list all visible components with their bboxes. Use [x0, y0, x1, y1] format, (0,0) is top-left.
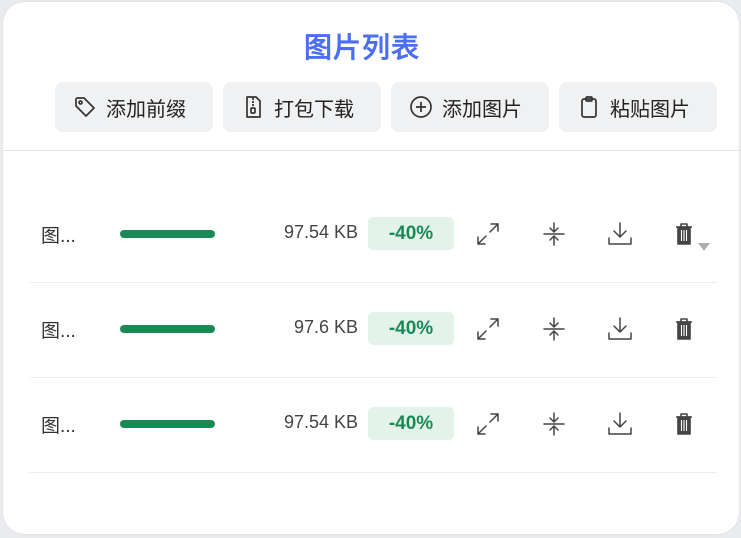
paste-image-label: 粘贴图片	[610, 98, 690, 121]
preview-button[interactable]	[473, 219, 503, 249]
trash-icon	[676, 413, 692, 435]
progress-bar	[120, 230, 215, 238]
paste-image-button[interactable]: 粘贴图片	[559, 82, 717, 132]
compress-button[interactable]	[539, 409, 569, 439]
compress-button[interactable]	[539, 314, 569, 344]
expand-icon	[477, 413, 499, 435]
saving-badge: -40%	[368, 217, 454, 250]
add-image-button[interactable]: 添加图片	[391, 82, 549, 132]
progress-bar	[120, 325, 215, 333]
image-list: 图... 97.54 KB -40% 图... 97.6 KB -40% 图..…	[29, 188, 717, 473]
add-image-label: 添加图片	[442, 98, 522, 121]
zip-file-icon	[246, 96, 261, 118]
list-item: 图... 97.6 KB -40%	[29, 283, 717, 378]
compress-icon	[543, 412, 565, 436]
download-icon	[608, 222, 632, 245]
pack-download-button[interactable]: 打包下载	[223, 82, 381, 132]
file-name: 图...	[41, 321, 76, 342]
download-button[interactable]	[605, 409, 635, 439]
download-icon	[608, 317, 632, 340]
trash-icon	[676, 223, 692, 245]
saving-badge: -40%	[368, 407, 454, 440]
toolbar: 添加前缀 打包下载 添加图片 粘贴图片	[55, 82, 717, 132]
file-name: 图...	[41, 416, 76, 437]
delete-button[interactable]	[669, 409, 699, 439]
expand-icon	[477, 318, 499, 340]
delete-button[interactable]	[669, 314, 699, 344]
compress-icon	[543, 222, 565, 246]
plus-circle-icon	[410, 96, 432, 118]
tag-icon	[75, 97, 95, 117]
trash-icon	[676, 318, 692, 340]
saving-badge: -40%	[368, 312, 454, 345]
list-item: 图... 97.54 KB -40%	[29, 188, 717, 283]
preview-button[interactable]	[473, 409, 503, 439]
progress-bar	[120, 420, 215, 428]
delete-button[interactable]	[669, 219, 699, 249]
file-size: 97.54 KB	[283, 412, 358, 432]
download-button[interactable]	[605, 314, 635, 344]
add-prefix-label: 添加前缀	[106, 98, 186, 121]
preview-button[interactable]	[473, 314, 503, 344]
compress-button[interactable]	[539, 219, 569, 249]
compress-icon	[543, 317, 565, 341]
add-prefix-button[interactable]: 添加前缀	[55, 82, 213, 132]
file-size: 97.6 KB	[293, 317, 358, 337]
page-title: 图片列表	[303, 32, 420, 63]
dropdown-caret-icon[interactable]	[698, 243, 710, 251]
clipboard-icon	[581, 96, 597, 118]
file-size: 97.54 KB	[283, 222, 358, 242]
expand-icon	[477, 223, 499, 245]
download-button[interactable]	[605, 219, 635, 249]
image-list-panel: 图片列表 添加前缀 打包下载 添加图片 粘贴图片 图... 97.54 KB -…	[3, 2, 739, 534]
divider	[3, 150, 739, 151]
file-name: 图...	[41, 226, 76, 247]
download-icon	[608, 412, 632, 435]
pack-download-label: 打包下载	[274, 98, 354, 121]
list-item: 图... 97.54 KB -40%	[29, 378, 717, 473]
